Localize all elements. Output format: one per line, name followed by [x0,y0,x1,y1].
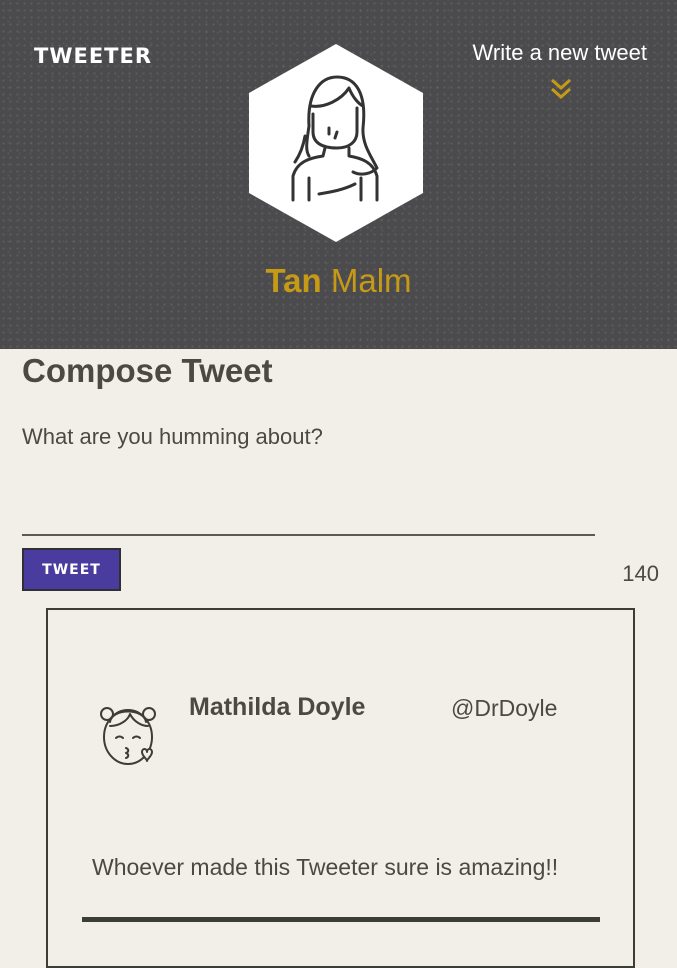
tweet-author-name[interactable]: Mathilda Doyle [189,693,365,722]
girl-blowing-kiss-avatar-icon [100,707,156,765]
tweet-text: Whoever made this Tweeter sure is amazin… [92,854,559,880]
profile-first-name: Tan [265,262,322,299]
brand-logo[interactable]: TWEETER [34,44,152,68]
profile-header: TWEETER Write a new tweet Tan Malm [0,0,677,349]
character-counter: 140 [622,561,659,586]
profile-name: Tan Malm [0,262,677,300]
tweet-card: Mathilda Doyle @DrDoyle Whoever made thi… [46,608,635,968]
profile-avatar [249,44,423,242]
tweet-compose-input[interactable] [22,418,595,536]
tweet-author-handle[interactable]: @DrDoyle [451,695,557,722]
tweet-divider [82,917,600,922]
double-chevron-down-icon[interactable] [549,76,573,102]
tweet-button[interactable]: TWEET [22,548,121,591]
write-new-tweet-link[interactable]: Write a new tweet [447,40,647,66]
profile-last-name: Malm [330,262,412,299]
compose-title: Compose Tweet [22,352,273,389]
